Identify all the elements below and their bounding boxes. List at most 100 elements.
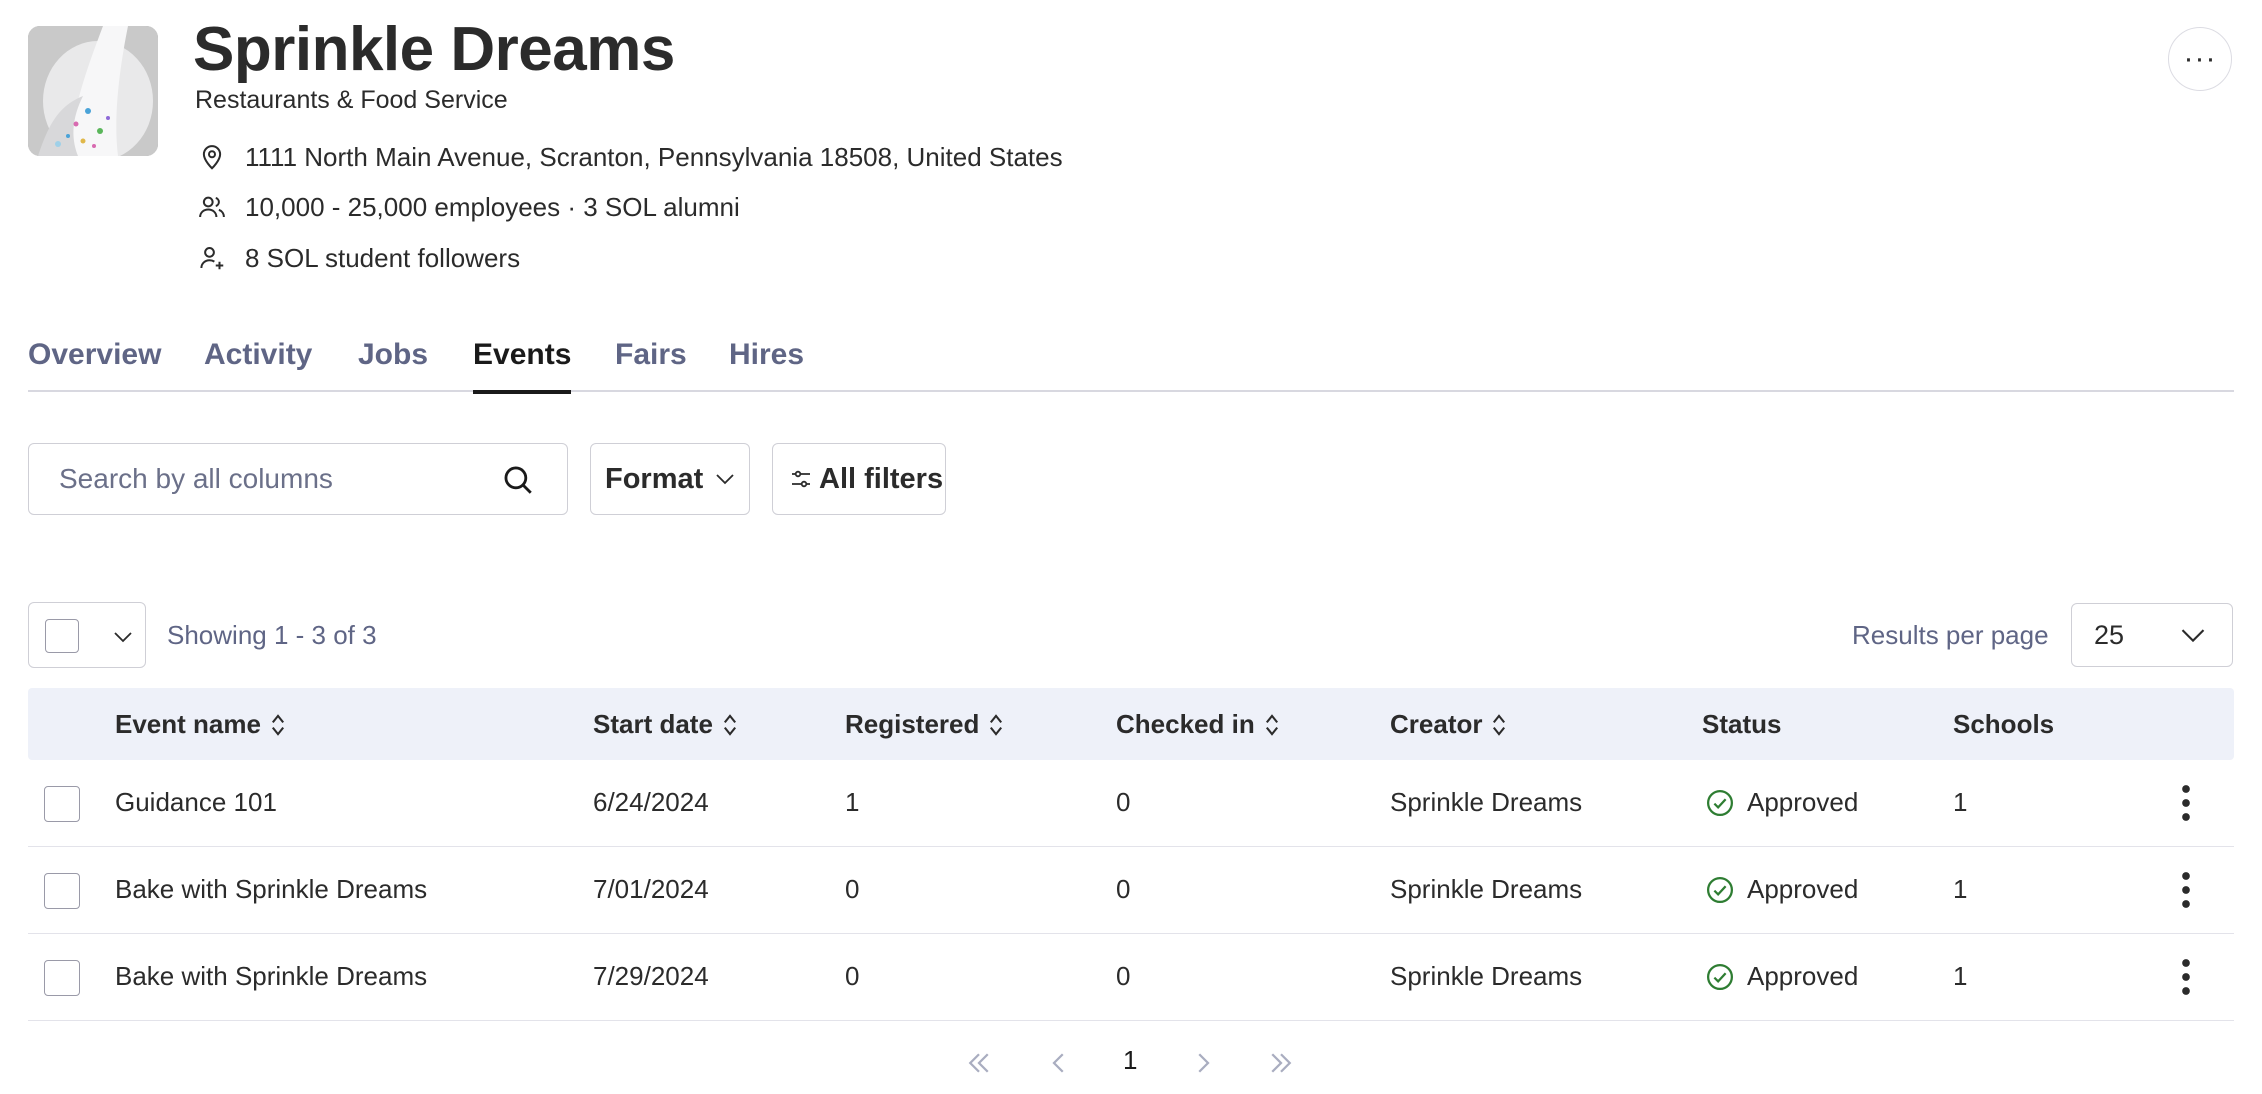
- column-header-status: Status: [1702, 709, 1781, 740]
- column-header-schools: Schools: [1953, 709, 2054, 740]
- tab-fairs[interactable]: Fairs: [615, 338, 687, 390]
- results-per-page-label: Results per page: [1852, 620, 2049, 650]
- column-label: Registered: [845, 709, 980, 739]
- company-followers: 8 SOL student followers: [245, 242, 521, 273]
- format-label: Format: [605, 462, 704, 495]
- previous-page-button[interactable]: [1044, 1043, 1074, 1083]
- check-circle-icon: [1707, 876, 1733, 903]
- first-page-button[interactable]: [964, 1043, 994, 1083]
- column-header-checked-in[interactable]: Checked in: [1116, 709, 1281, 740]
- table-row[interactable]: Guidance 101 6/24/2024 1 0 Sprinkle Drea…: [28, 760, 2234, 847]
- double-chevron-left-icon: [968, 1053, 989, 1073]
- people-icon: [195, 190, 229, 224]
- column-header-creator[interactable]: Creator: [1390, 709, 1508, 740]
- row-checkbox[interactable]: [44, 873, 80, 909]
- more-icon: ···: [2183, 42, 2217, 75]
- table-row[interactable]: Bake with Sprinkle Dreams 7/29/2024 0 0 …: [28, 934, 2234, 1021]
- results-per-page-value: 25: [2094, 619, 2125, 650]
- company-name: Sprinkle Dreams: [193, 15, 675, 84]
- cell-start-date: 6/24/2024: [593, 787, 709, 817]
- bulk-select-dropdown[interactable]: [28, 602, 146, 668]
- tab-overview[interactable]: Overview: [28, 338, 161, 390]
- last-page-button[interactable]: [1266, 1043, 1296, 1083]
- cell-event-name[interactable]: Guidance 101: [115, 787, 277, 818]
- company-address: 1111 North Main Avenue, Scranton, Pennsy…: [245, 141, 1063, 172]
- cell-registered: 0: [845, 874, 860, 904]
- row-actions-kebab-icon[interactable]: [2178, 782, 2194, 824]
- row-checkbox[interactable]: [44, 786, 80, 822]
- cell-status: Approved: [1705, 961, 1858, 992]
- status-label: Approved: [1747, 874, 1859, 904]
- search-input[interactable]: [29, 463, 499, 495]
- cell-creator: Sprinkle Dreams: [1390, 874, 1583, 904]
- location-pin-icon: [195, 140, 229, 174]
- all-filters-button[interactable]: All filters: [772, 443, 946, 515]
- column-label: Status: [1702, 709, 1782, 739]
- all-filters-label: All filters: [819, 462, 944, 495]
- cell-checked-in: 0: [1116, 961, 1131, 991]
- column-header-start-date[interactable]: Start date: [593, 709, 739, 740]
- tab-hires[interactable]: Hires: [729, 338, 804, 390]
- filter-sliders-icon: [792, 470, 810, 488]
- row-actions-kebab-icon[interactable]: [2178, 869, 2194, 911]
- column-label: Start date: [593, 709, 713, 739]
- cell-creator: Sprinkle Dreams: [1390, 787, 1583, 817]
- company-logo: [28, 26, 158, 156]
- column-header-event-name[interactable]: Event name: [115, 709, 287, 740]
- cell-start-date: 7/29/2024: [593, 961, 709, 991]
- chevron-down-icon: [2181, 629, 2205, 643]
- table-header: Event name Start date Registered Checked…: [28, 688, 2234, 760]
- cell-schools: 1: [1953, 961, 1968, 991]
- row-checkbox[interactable]: [44, 960, 80, 996]
- sort-icon[interactable]: [987, 712, 1005, 738]
- cell-checked-in: 0: [1116, 874, 1131, 904]
- sort-icon[interactable]: [269, 712, 287, 738]
- status-label: Approved: [1747, 961, 1859, 991]
- company-employees: 10,000 - 25,000 employees · 3 SOL alumni: [245, 191, 740, 222]
- status-label: Approved: [1747, 787, 1859, 817]
- search-box: [28, 443, 568, 515]
- format-dropdown[interactable]: Format: [590, 443, 750, 515]
- tab-jobs[interactable]: Jobs: [358, 338, 428, 390]
- followers-row: 8 SOL student followers: [195, 241, 520, 275]
- cell-registered: 1: [845, 787, 860, 817]
- double-chevron-right-icon: [1271, 1053, 1292, 1073]
- more-options-button[interactable]: ···: [2168, 27, 2232, 91]
- sort-icon[interactable]: [721, 712, 739, 738]
- cell-event-name[interactable]: Bake with Sprinkle Dreams: [115, 874, 427, 905]
- results-count: Showing 1 - 3 of 3: [167, 620, 377, 650]
- chevron-right-icon: [1198, 1053, 1210, 1073]
- person-add-icon: [195, 241, 229, 275]
- cell-status: Approved: [1705, 787, 1858, 818]
- chevron-left-icon: [1052, 1053, 1064, 1073]
- column-label: Event name: [115, 709, 261, 739]
- next-page-button[interactable]: [1188, 1043, 1218, 1083]
- check-circle-icon: [1707, 789, 1733, 816]
- cell-schools: 1: [1953, 787, 1968, 817]
- employees-row: 10,000 - 25,000 employees · 3 SOL alumni: [195, 190, 740, 224]
- tab-activity[interactable]: Activity: [204, 338, 312, 390]
- select-all-checkbox[interactable]: [45, 619, 79, 653]
- check-circle-icon: [1707, 963, 1733, 990]
- tab-bar: Overview Activity Jobs Events Fairs Hire…: [28, 330, 2234, 394]
- chevron-down-icon[interactable]: [111, 625, 135, 649]
- column-header-registered[interactable]: Registered: [845, 709, 1005, 740]
- cell-start-date: 7/01/2024: [593, 874, 709, 904]
- results-per-page-select[interactable]: 25: [2071, 603, 2233, 667]
- address-row: 1111 North Main Avenue, Scranton, Pennsy…: [195, 140, 1063, 174]
- cell-event-name[interactable]: Bake with Sprinkle Dreams: [115, 961, 427, 992]
- current-page-number[interactable]: 1: [1123, 1045, 1137, 1076]
- search-icon[interactable]: [501, 463, 535, 497]
- row-actions-kebab-icon[interactable]: [2178, 956, 2194, 998]
- sort-icon[interactable]: [1490, 712, 1508, 738]
- column-label: Schools: [1953, 709, 2055, 739]
- cell-status: Approved: [1705, 874, 1858, 905]
- company-category: Restaurants & Food Service: [195, 86, 508, 114]
- table-row[interactable]: Bake with Sprinkle Dreams 7/01/2024 0 0 …: [28, 847, 2234, 934]
- column-label: Checked in: [1116, 709, 1255, 739]
- tab-events[interactable]: Events: [473, 338, 572, 394]
- cell-registered: 0: [845, 961, 860, 991]
- sort-icon[interactable]: [1263, 712, 1281, 738]
- cell-schools: 1: [1953, 874, 1968, 904]
- cell-creator: Sprinkle Dreams: [1390, 961, 1583, 991]
